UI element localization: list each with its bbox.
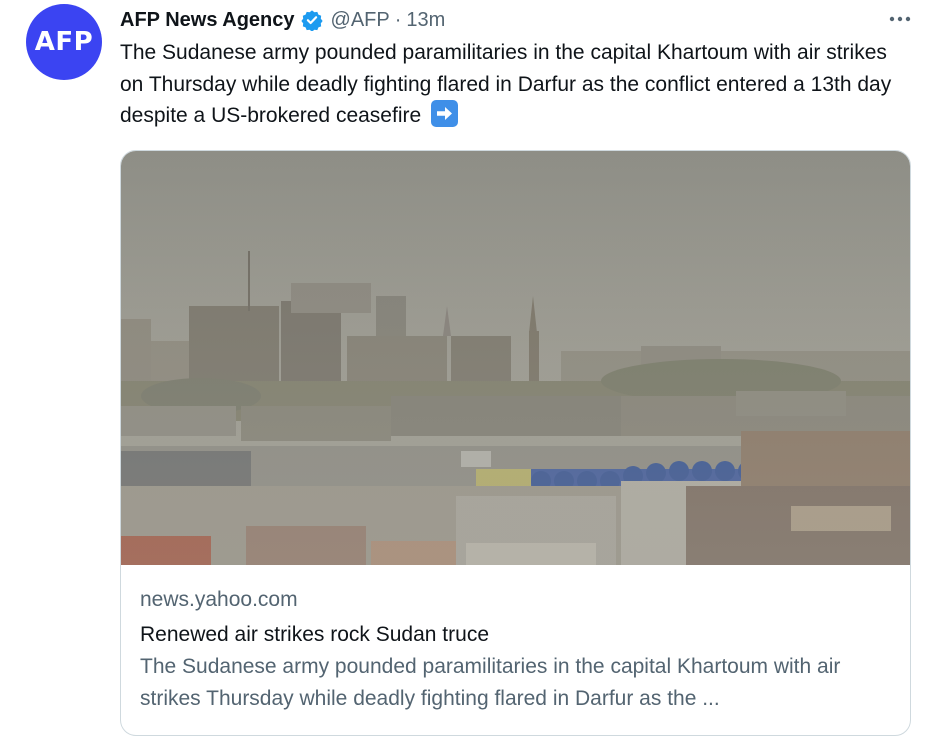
verified-badge-icon[interactable] (300, 9, 323, 31)
avatar-logo-text: AFP (34, 27, 94, 57)
tweet-header: AFP News Agency @AFP · 13m (120, 6, 445, 34)
link-description[interactable]: The Sudanese army pounded paramilitaries… (140, 651, 891, 715)
link-preview-card[interactable]: news.yahoo.com Renewed air strikes rock … (120, 150, 911, 736)
avatar[interactable]: AFP (26, 4, 102, 80)
author-handle[interactable]: @AFP (331, 9, 390, 32)
right-arrow-emoji-icon (431, 100, 459, 127)
link-card-info[interactable]: news.yahoo.com Renewed air strikes rock … (140, 585, 891, 715)
more-options-icon[interactable] (885, 6, 915, 32)
tweet-text: The Sudanese army pounded paramilitaries… (120, 37, 910, 132)
separator-dot: · (394, 8, 402, 31)
link-domain[interactable]: news.yahoo.com (140, 585, 891, 615)
link-title[interactable]: Renewed air strikes rock Sudan truce (140, 619, 891, 651)
article-photo-khartoum-skyline[interactable] (121, 151, 910, 565)
author-name[interactable]: AFP News Agency (120, 9, 295, 32)
tweet-body: The Sudanese army pounded paramilitaries… (120, 41, 892, 127)
tweet-timestamp[interactable]: 13m (406, 9, 445, 32)
